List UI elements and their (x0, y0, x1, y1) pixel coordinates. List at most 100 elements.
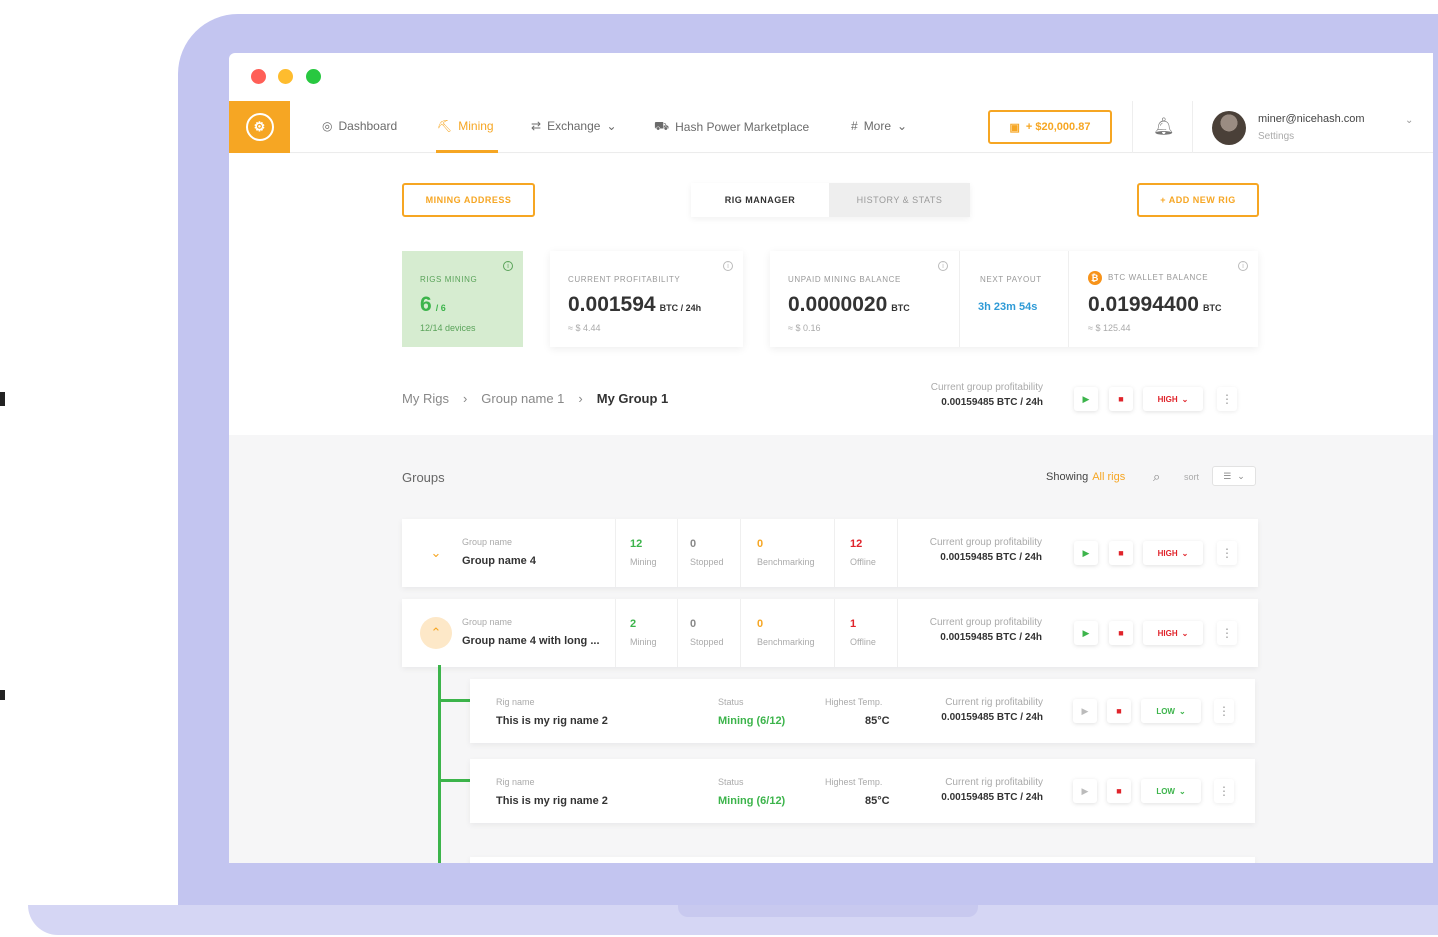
rig-filter[interactable]: Showing All rigs (1046, 471, 1125, 483)
groups-title: Groups (402, 470, 445, 485)
notification-bell-icon[interactable]: 🔔︎ (1153, 117, 1175, 137)
breadcrumb-current: My Group 1 (596, 391, 669, 406)
info-icon[interactable]: i (723, 261, 733, 271)
search-icon[interactable]: ⌕ (1153, 469, 1160, 485)
start-group-button[interactable]: ▶ (1074, 387, 1098, 411)
minimize-window-button[interactable] (278, 69, 293, 84)
maximize-window-button[interactable] (306, 69, 321, 84)
balance-cards-group: UNPAID MINING BALANCE i 0.0000020 BTC ≈ $… (770, 251, 1258, 347)
start-group-button[interactable]: ▶ (1074, 541, 1098, 565)
chevron-up-icon[interactable]: ⌃ (420, 617, 452, 649)
card-label: RIGS MINING (420, 275, 478, 284)
power-mode-select[interactable]: HIGH ⌄ (1143, 387, 1203, 411)
chevron-down-icon: ⌄ (1178, 786, 1186, 796)
nav-dashboard[interactable]: ◎ Dashboard (322, 119, 397, 133)
rig-row[interactable]: Rig name This is my rig name 2 Status Mi… (470, 679, 1255, 743)
offline-count: 12 (850, 538, 863, 550)
stop-rig-button[interactable]: ■ (1107, 779, 1131, 803)
power-mode-select[interactable]: LOW ⌄ (1141, 779, 1201, 803)
rig-temp: 85°C (865, 795, 890, 807)
user-settings-link[interactable]: Settings (1258, 131, 1294, 142)
benchmarking-count: 0 (757, 538, 764, 550)
card-label: NEXT PAYOUT (980, 275, 1042, 284)
more-icon: # (851, 119, 858, 133)
group-row[interactable]: ⌄ Group name Group name 4 12 Mining 0 St… (402, 519, 1258, 587)
stop-group-button[interactable]: ■ (1109, 621, 1133, 645)
offline-label: Offline (850, 557, 876, 567)
marketing-stage: ⚙ ◎ Dashboard ⛏ Mining ⇄ Exchange ⌄ ⛟ Ha… (0, 0, 1438, 937)
unpaid-usd: ≈ $ 0.16 (788, 323, 821, 333)
mining-address-button[interactable]: MINING ADDRESS (402, 183, 535, 217)
tab-history-stats[interactable]: HISTORY & STATS (829, 183, 970, 217)
app-window: ⚙ ◎ Dashboard ⛏ Mining ⇄ Exchange ⌄ ⛟ Ha… (229, 53, 1433, 863)
nicehash-logo[interactable]: ⚙ (229, 101, 290, 153)
rig-manager-header: MINING ADDRESS RIG MANAGER HISTORY & STA… (229, 154, 1433, 435)
info-icon[interactable]: i (938, 261, 948, 271)
group-profit-label: Current group profitability (930, 382, 1043, 393)
list-view-icon: ☰ (1223, 470, 1232, 481)
chevron-down-icon: ⌄ (897, 119, 908, 133)
user-menu-chevron-icon[interactable]: ⌄ (1405, 115, 1413, 126)
more-options-icon[interactable]: ⋮ (1217, 387, 1237, 411)
chevron-down-icon[interactable]: ⌄ (420, 537, 452, 569)
stopped-count: 0 (690, 618, 697, 630)
offline-label: Offline (850, 637, 876, 647)
group-profitability: Current group profitability 0.00159485 B… (917, 617, 1042, 643)
power-mode-select[interactable]: LOW ⌄ (1141, 699, 1201, 723)
chevron-down-icon: ⌄ (1178, 706, 1186, 716)
unpaid-amount: 0.0000020 (788, 293, 888, 316)
showing-label: Showing (1046, 471, 1089, 483)
group-name-label: Group name (462, 617, 513, 627)
nav-dashboard-label: Dashboard (338, 119, 398, 133)
breadcrumb-group[interactable]: Group name 1 (481, 391, 564, 406)
dashboard-icon: ◎ (322, 119, 333, 133)
card-divider (1068, 251, 1069, 347)
unpaid-value: 0.0000020 BTC (788, 293, 910, 317)
more-options-icon[interactable]: ⋮ (1214, 699, 1234, 723)
next-payout-timer: 3h 23m 54s (978, 301, 1038, 313)
bitcoin-icon: ₿ (1088, 271, 1102, 285)
nav-hash-power-marketplace[interactable]: ⛟ Hash Power Marketplace (654, 119, 809, 135)
group-profitability: Current group profitability 0.00159485 B… (921, 382, 1043, 408)
close-window-button[interactable] (251, 69, 266, 84)
breadcrumb: My Rigs › Group name 1 › My Group 1 (402, 391, 668, 406)
more-options-icon[interactable]: ⋮ (1217, 541, 1237, 565)
mining-label: Mining (630, 557, 657, 567)
more-options-icon[interactable]: ⋮ (1214, 779, 1234, 803)
balance-button[interactable]: ▣ + $20,000.87 (988, 110, 1112, 144)
rig-row[interactable] (470, 857, 1255, 863)
rig-profitability: Current rig profitability 0.00159485 BTC… (918, 777, 1043, 803)
filter-value: All rigs (1092, 471, 1126, 483)
more-options-icon[interactable]: ⋮ (1217, 621, 1237, 645)
group-row[interactable]: ⌃ Group name Group name 4 with long ... … (402, 599, 1258, 667)
info-icon[interactable]: i (1238, 261, 1248, 271)
nav-mining[interactable]: ⛏ Mining (437, 119, 494, 133)
tab-rig-manager[interactable]: RIG MANAGER (691, 183, 829, 217)
stopped-label: Stopped (690, 557, 724, 567)
start-rig-button[interactable]: ▶ (1073, 699, 1097, 723)
profitability-card: CURRENT PROFITABILITY i 0.001594 BTC / 24… (550, 251, 743, 347)
rig-row[interactable]: Rig name This is my rig name 2 Status Mi… (470, 759, 1255, 823)
user-avatar[interactable] (1212, 111, 1246, 145)
rig-profitability: Current rig profitability 0.00159485 BTC… (918, 697, 1043, 723)
stop-rig-button[interactable]: ■ (1107, 699, 1131, 723)
stop-group-button[interactable]: ■ (1109, 541, 1133, 565)
profitability-usd: ≈ $ 4.44 (568, 323, 601, 333)
add-new-rig-button[interactable]: + ADD NEW RIG (1137, 183, 1259, 217)
power-mode-select[interactable]: HIGH ⌄ (1143, 541, 1203, 565)
breadcrumb-my-rigs[interactable]: My Rigs (402, 391, 449, 406)
stop-group-button[interactable]: ■ (1109, 387, 1133, 411)
tree-connector (438, 665, 441, 863)
nav-more[interactable]: # More ⌄ (851, 119, 907, 133)
sort-select[interactable]: ☰ ⌄ (1212, 466, 1256, 486)
start-rig-button[interactable]: ▶ (1073, 779, 1097, 803)
mining-label: Mining (630, 637, 657, 647)
card-divider (959, 251, 960, 347)
info-icon[interactable]: i (503, 261, 513, 271)
start-group-button[interactable]: ▶ (1074, 621, 1098, 645)
power-mode-select[interactable]: HIGH ⌄ (1143, 621, 1203, 645)
nav-exchange[interactable]: ⇄ Exchange ⌄ (531, 119, 617, 133)
benchmarking-label: Benchmarking (757, 557, 815, 567)
chevron-down-icon: ⌄ (1181, 548, 1189, 558)
card-label: UNPAID MINING BALANCE (788, 275, 901, 284)
